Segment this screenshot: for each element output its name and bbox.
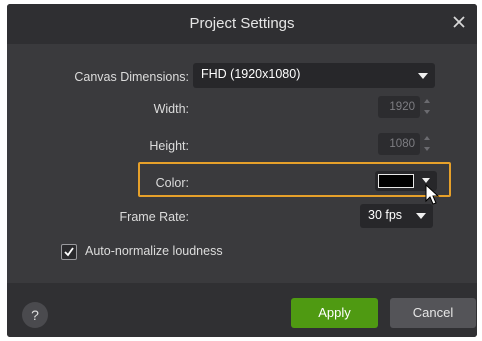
close-icon[interactable] [449,12,469,32]
width-stepper-icon[interactable] [424,96,432,118]
auto-normalize-checkbox[interactable] [61,244,77,260]
color-label: Color: [155,176,189,190]
canvas-dimensions-label: Canvas Dimensions: [74,70,189,84]
height-label: Height: [149,139,189,153]
height-stepper-icon[interactable] [424,133,432,155]
cancel-button[interactable]: Cancel [390,298,476,328]
chevron-down-icon [418,73,428,79]
canvas-dimensions-value: FHD (1920x1080) [201,67,301,81]
frame-rate-value: 30 fps [368,208,403,222]
frame-rate-label: Frame Rate: [119,210,189,224]
checkmark-icon [64,247,74,257]
help-button[interactable]: ? [22,302,48,328]
width-input[interactable]: 1920 [378,96,420,118]
dialog-title: Project Settings [189,15,295,32]
dialog-titlebar: Project Settings [7,4,477,44]
chevron-down-icon [422,178,430,183]
color-swatch [378,174,414,188]
height-input[interactable]: 1080 [378,133,420,155]
chevron-down-icon [416,213,426,219]
apply-button[interactable]: Apply [291,298,378,328]
project-settings-dialog: Project Settings Canvas Dimensions: FHD … [7,4,477,337]
canvas-dimensions-select[interactable]: FHD (1920x1080) [193,63,435,88]
frame-rate-select[interactable]: 30 fps [360,204,433,228]
auto-normalize-label: Auto-normalize loudness [85,244,223,258]
mouse-pointer-icon [425,184,440,205]
width-label: Width: [153,102,189,116]
